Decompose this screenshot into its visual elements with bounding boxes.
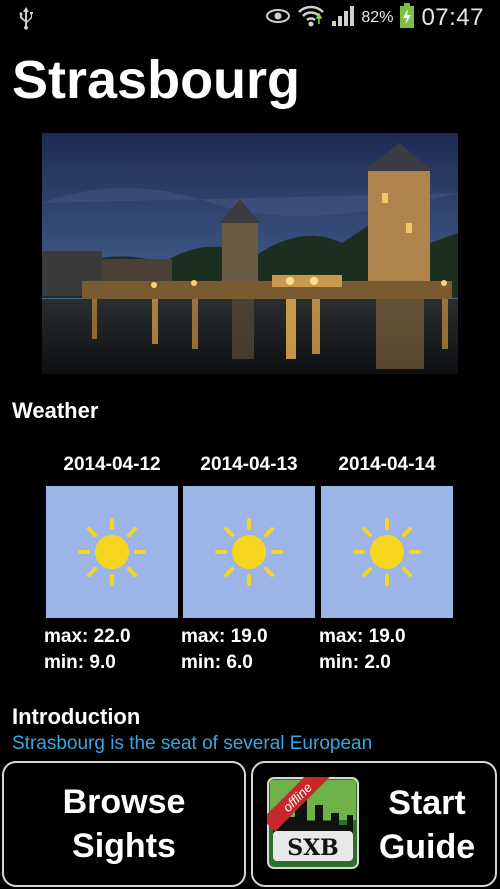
min-temp: min: 6.0	[181, 652, 253, 673]
browse-label-line2: Sights	[72, 827, 176, 865]
forecast-day-1: 2014-04-12 max: 22.0 min: 9.0	[42, 454, 182, 673]
start-guide-button[interactable]: SXB offline Start Guide	[251, 761, 497, 887]
forecast-date: 2014-04-14	[338, 454, 436, 475]
usb-icon	[18, 6, 34, 35]
browse-sights-button[interactable]: Browse Sights	[2, 761, 246, 887]
forecast-date: 2014-04-12	[63, 454, 161, 475]
browse-label-line1: Browse	[62, 783, 186, 821]
max-temp: max: 19.0	[181, 626, 268, 647]
min-temp: min: 2.0	[319, 652, 391, 673]
introduction-heading: Introduction	[12, 704, 141, 729]
forecast-date: 2014-04-13	[200, 454, 298, 475]
sxb-app-icon: SXB offline	[267, 777, 359, 869]
forecast-day-3: 2014-04-14 max: 19.0 min: 2.0	[317, 454, 457, 673]
forecast-temps: max: 19.0 min: 2.0	[319, 624, 406, 676]
wifi-icon	[297, 4, 325, 33]
weather-tile	[46, 486, 178, 618]
weather-tile	[321, 486, 453, 618]
introduction-text[interactable]: Strasbourg is the seat of several Europe…	[12, 733, 372, 755]
signal-icon	[331, 5, 355, 32]
forecast-day-2: 2014-04-13 max: 19.0 min: 6.0	[179, 454, 319, 673]
browse-sights-label: Browse Sights	[63, 780, 186, 868]
battery-charging-icon	[399, 2, 415, 34]
weather-heading: Weather	[12, 398, 99, 423]
sun-icon	[78, 518, 146, 586]
sun-icon	[353, 518, 421, 586]
max-temp: max: 19.0	[319, 626, 406, 647]
min-temp: min: 9.0	[44, 652, 116, 673]
city-photo	[42, 133, 458, 374]
status-bar: 82% 07:47	[0, 0, 500, 36]
status-icons: 82% 07:47	[265, 0, 484, 36]
clock: 07:47	[421, 4, 484, 31]
sun-icon	[215, 518, 283, 586]
start-guide-label: Start Guide	[365, 781, 489, 869]
start-label-line2: Guide	[378, 828, 476, 866]
page-title: Strasbourg	[12, 50, 301, 110]
weather-tile	[183, 486, 315, 618]
forecast-temps: max: 22.0 min: 9.0	[44, 624, 131, 676]
max-temp: max: 22.0	[44, 626, 131, 647]
battery-percent: 82%	[361, 9, 394, 26]
sxb-label: SXB	[287, 835, 339, 861]
eye-icon	[265, 7, 291, 30]
start-label-line1: Start	[388, 784, 466, 822]
forecast-temps: max: 19.0 min: 6.0	[181, 624, 268, 676]
